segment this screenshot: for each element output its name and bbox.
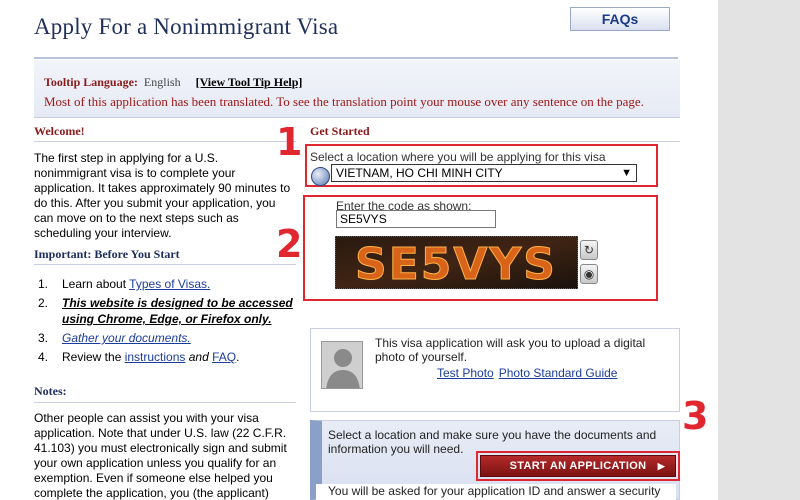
tooltip-language-bar: Tooltip Language: English [View Tool Tip…	[34, 60, 680, 118]
test-photo-link[interactable]: Test Photo	[437, 366, 494, 380]
annotation-box-start	[476, 451, 680, 481]
person-silhouette-icon	[321, 341, 363, 389]
faqs-button[interactable]: FAQs	[570, 7, 670, 31]
notes-heading: Notes:	[34, 384, 67, 398]
notes-divider	[34, 402, 296, 403]
tooltip-language-value[interactable]: English	[144, 75, 181, 89]
annotation-number-2: 2	[276, 222, 303, 266]
captcha-graphic: SE5VYS	[336, 237, 577, 288]
list-item: 1. Learn about Types of Visas.	[38, 277, 211, 291]
photo-info-box: This visa application will ask you to up…	[310, 328, 680, 412]
tooltip-language-row: Tooltip Language: English [View Tool Tip…	[44, 75, 302, 90]
location-label: Select a location where you will be appl…	[310, 150, 606, 164]
translation-note: Most of this application has been transl…	[44, 94, 644, 109]
important-divider	[34, 264, 296, 265]
list-item: 4. Review the instructions and FAQ.	[38, 350, 240, 364]
refresh-captcha-icon[interactable]: ↻	[580, 240, 598, 260]
annotation-number-3: 3	[682, 394, 709, 438]
instructions-link[interactable]: instructions	[125, 350, 186, 364]
location-select-value: VIETNAM, HO CHI MINH CITY	[336, 166, 503, 180]
welcome-text: The first step in applying for a U.S. no…	[34, 151, 291, 240]
steps-list: 1. Learn about Types of Visas. 2. This w…	[38, 276, 298, 368]
photo-standard-guide-link[interactable]: Photo Standard Guide	[499, 366, 618, 380]
tooltip-language-label: Tooltip Language:	[44, 75, 138, 89]
browser-notice: This website is designed to be accessed …	[62, 296, 293, 326]
types-of-visas-link[interactable]: Types of Visas.	[129, 277, 210, 291]
photo-links: Test Photo Photo Standard Guide	[437, 366, 622, 380]
welcome-divider	[34, 141, 296, 142]
photo-info-text: This visa application will ask you to up…	[375, 336, 646, 364]
gather-documents-link[interactable]: Gather your documents.	[62, 331, 191, 345]
chevron-down-icon: ▼	[621, 167, 632, 179]
title-divider	[34, 57, 678, 59]
captcha-code-input[interactable]: SE5VYS	[336, 210, 496, 228]
location-select[interactable]: VIETNAM, HO CHI MINH CITY ▼	[331, 164, 637, 182]
page-title: Apply For a Nonimmigrant Visa	[34, 14, 339, 39]
list-item: 3. Gather your documents.	[38, 331, 191, 345]
list-item: 2. This website is designed to be access…	[38, 296, 293, 326]
get-started-divider	[310, 141, 680, 142]
view-tooltip-help-link[interactable]: [View Tool Tip Help]	[196, 75, 303, 89]
captcha-text: SE5VYS	[355, 239, 557, 288]
welcome-heading: Welcome!	[34, 124, 85, 138]
notes-text: Other people can assist you with your vi…	[34, 411, 287, 500]
important-heading: Important: Before You Start	[34, 247, 180, 261]
faq-link[interactable]: FAQ	[212, 350, 236, 364]
get-started-heading: Get Started	[310, 124, 370, 138]
audio-captcha-icon[interactable]: ◉	[580, 264, 598, 284]
retrieve-application-text: You will be asked for your application I…	[316, 484, 676, 500]
annotation-number-1: 1	[276, 120, 303, 164]
captcha-image: SE5VYS	[335, 236, 578, 289]
right-gutter	[718, 0, 800, 500]
globe-icon	[311, 167, 330, 186]
